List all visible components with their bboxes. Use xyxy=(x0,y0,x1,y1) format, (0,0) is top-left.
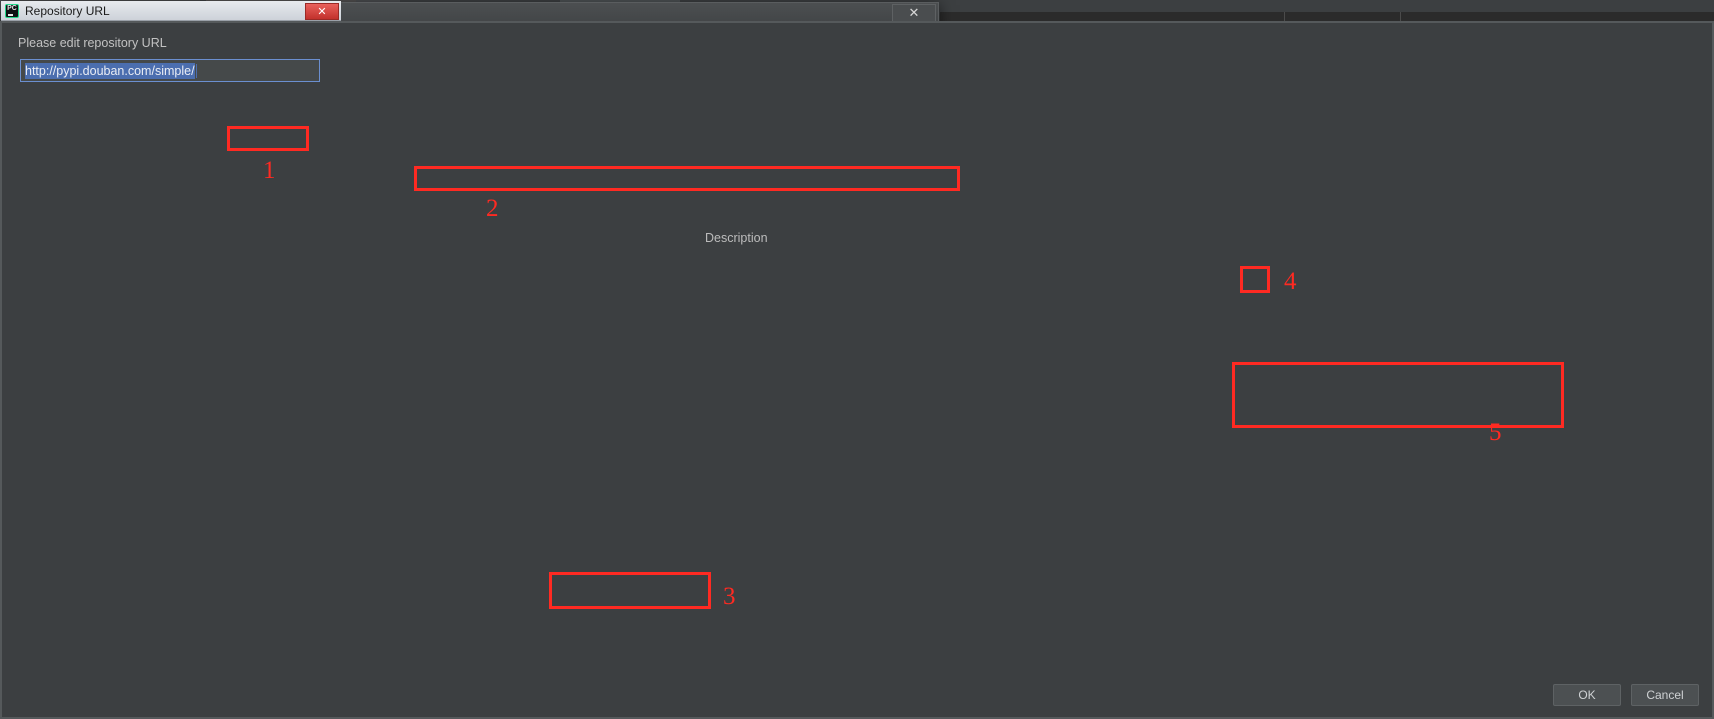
settings-close-button[interactable]: ✕ xyxy=(892,4,936,22)
repository-url-footer: OK Cancel xyxy=(1553,684,1699,706)
annotation-number-5: 5 xyxy=(1489,419,1502,446)
repository-url-close-button[interactable]: ✕ xyxy=(305,3,339,20)
annotation-number-4: 4 xyxy=(1284,268,1297,295)
ok-button[interactable]: OK xyxy=(1553,684,1621,706)
annotation-number-2: 2 xyxy=(486,195,499,222)
cancel-button[interactable]: Cancel xyxy=(1631,684,1699,706)
pycharm-icon xyxy=(5,3,19,18)
repository-url-dialog: Repository URL ✕ Please edit repository … xyxy=(0,0,1714,719)
description-legend: Description xyxy=(705,231,774,245)
repository-url-title-text: Repository URL xyxy=(25,3,110,18)
repository-url-input[interactable]: http://pypi.douban.com/simple/ xyxy=(20,59,320,82)
annotation-number-3: 3 xyxy=(723,583,736,610)
screen: ime', 'level']) Settings ✕ Appearance & … xyxy=(0,0,1714,719)
repository-url-titlebar: Repository URL ✕ xyxy=(1,1,341,21)
repository-url-prompt: Please edit repository URL xyxy=(18,36,167,50)
repository-url-body: Please edit repository URL http://pypi.d… xyxy=(0,21,1714,719)
annotation-number-1: 1 xyxy=(263,157,276,184)
text-caret xyxy=(195,63,197,78)
repository-url-input-value: http://pypi.douban.com/simple/ xyxy=(25,62,195,79)
